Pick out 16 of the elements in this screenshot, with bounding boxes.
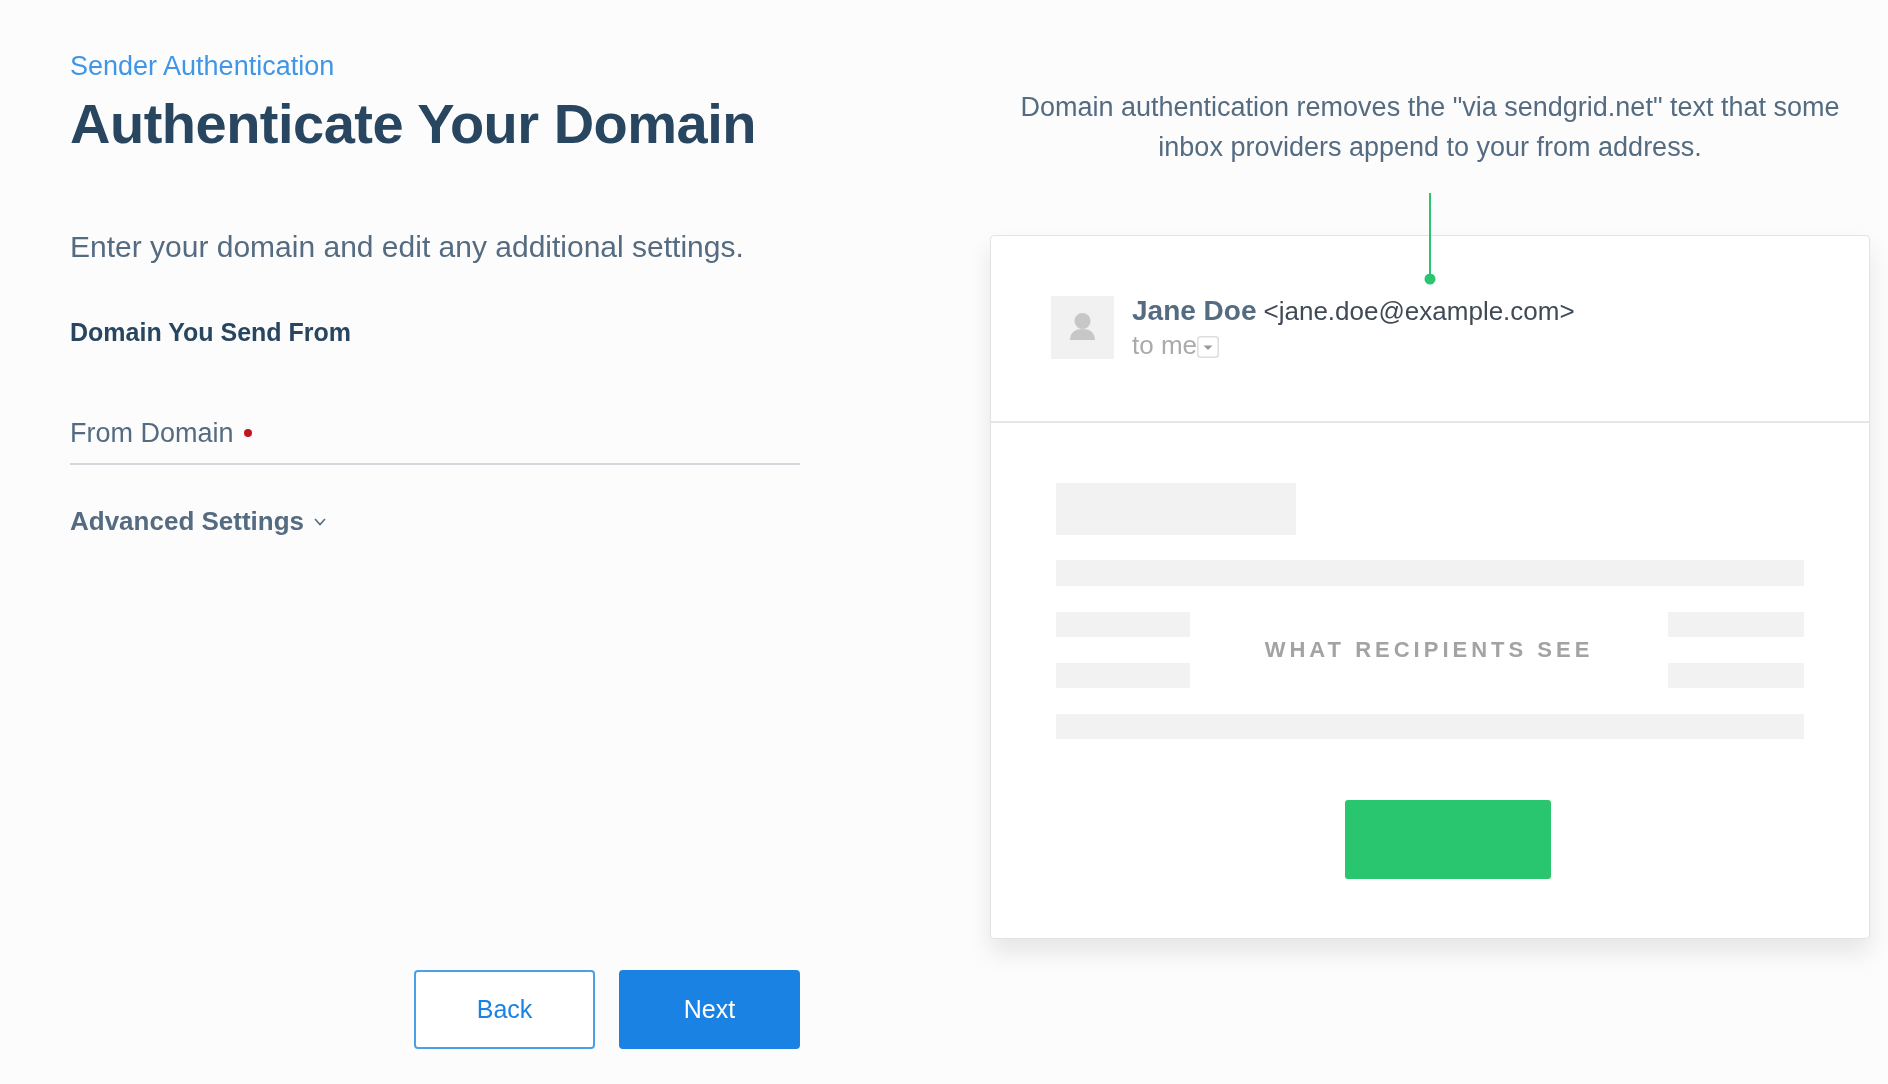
sender-address: <jane.doe@example.com> bbox=[1263, 295, 1575, 328]
page-title: Authenticate Your Domain bbox=[70, 92, 756, 156]
next-button[interactable]: Next bbox=[619, 970, 800, 1049]
advanced-settings-toggle[interactable]: Advanced Settings bbox=[70, 505, 327, 536]
dropdown-caret-icon[interactable] bbox=[1197, 336, 1220, 358]
from-domain-field[interactable]: From Domain bbox=[70, 413, 800, 465]
breadcrumb-link[interactable]: Sender Authentication bbox=[70, 50, 335, 82]
recipient-text: to me bbox=[1132, 329, 1198, 362]
section-heading: Domain You Send From bbox=[70, 317, 352, 347]
intro-text: Enter your domain and edit any additional settings. bbox=[70, 229, 744, 265]
sender-name: Jane Doe bbox=[1132, 294, 1257, 328]
preview-caption: Domain authentication removes the "via sendgrid.net" text that some inbox providers append to your from address. bbox=[1019, 91, 1841, 164]
avatar-icon bbox=[1051, 296, 1114, 359]
back-button[interactable]: Back bbox=[414, 970, 595, 1049]
overlay-label: WHAT RECIPIENTS SEE bbox=[1264, 637, 1594, 663]
field-label: From Domain bbox=[70, 417, 234, 450]
